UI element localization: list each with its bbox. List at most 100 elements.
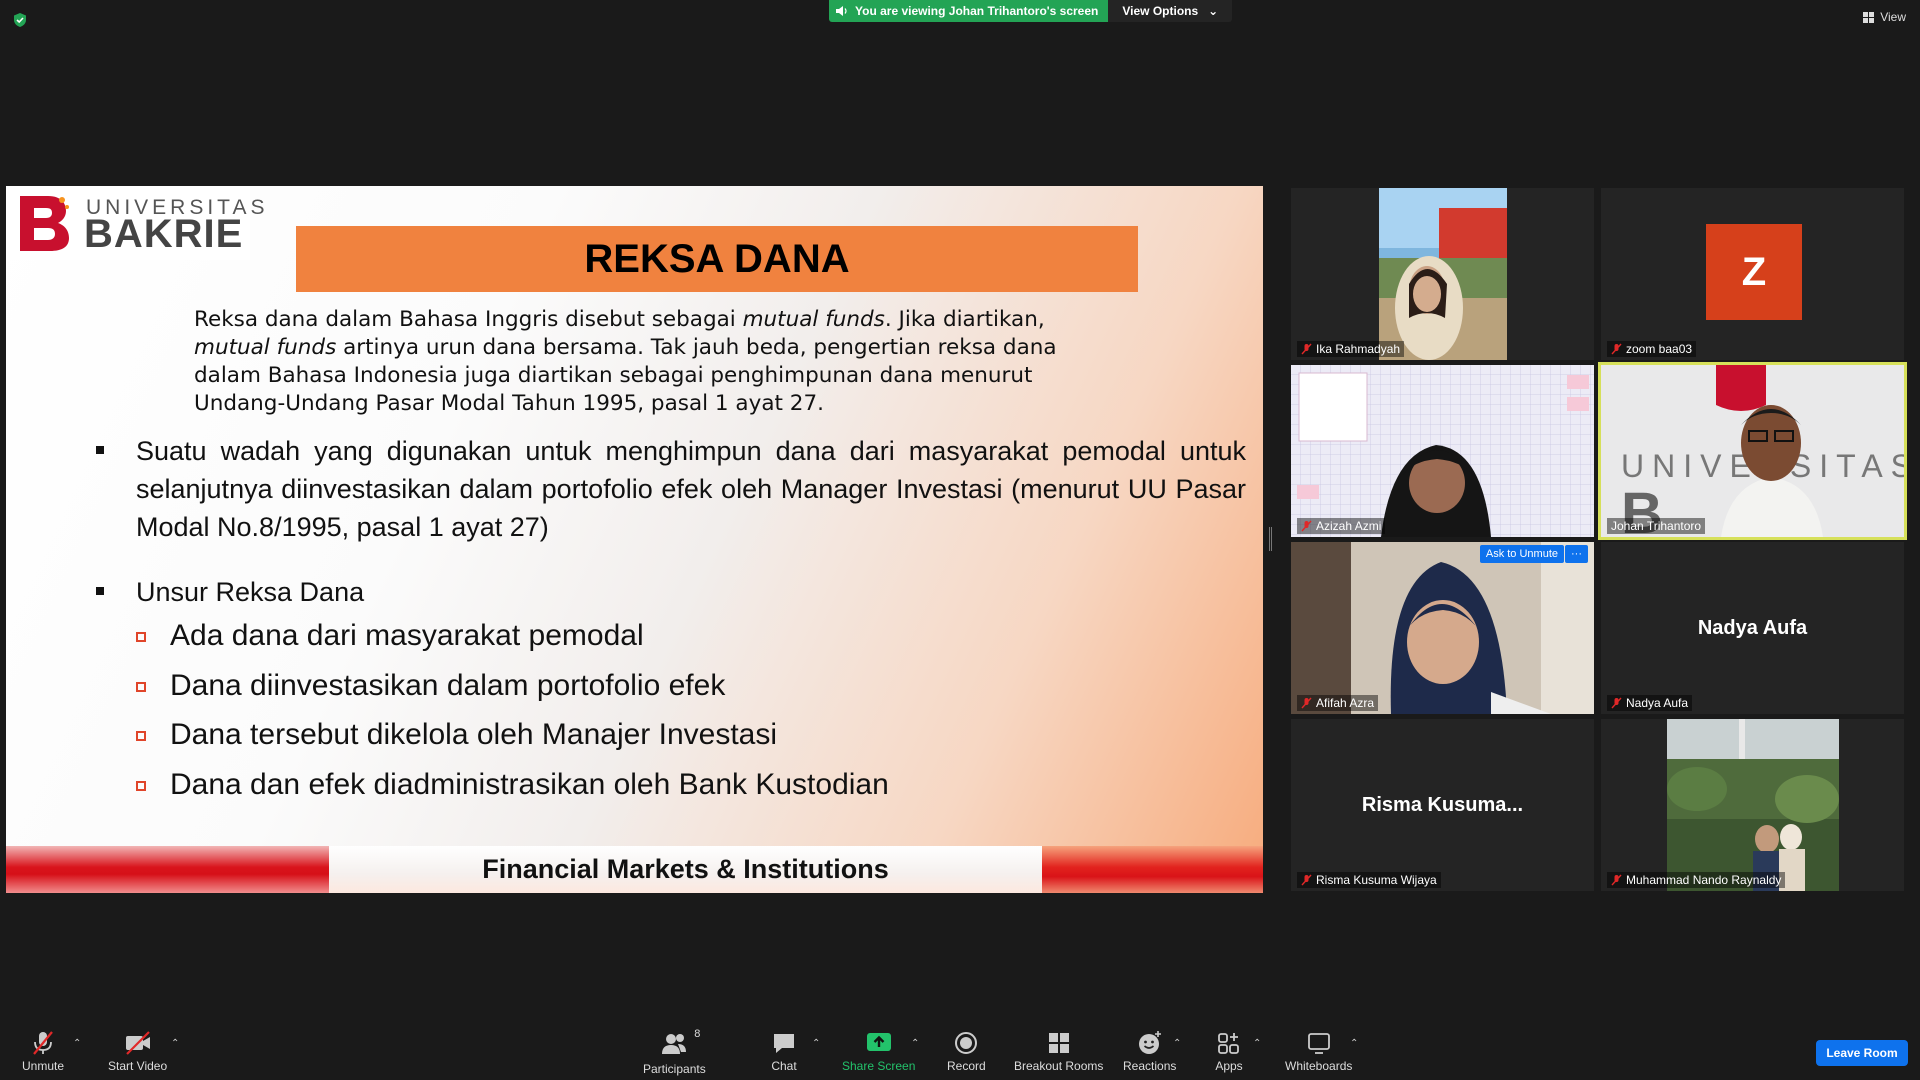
sub-item-text: Ada dana dari masyarakat pemodal: [170, 619, 644, 652]
participant-tile-zoom-baa03[interactable]: Z zoom baa03: [1601, 188, 1904, 360]
share-screen-label: Share Screen: [842, 1059, 916, 1073]
participant-tile-afifah-azra[interactable]: Ask to Unmute ··· Afifah Azra: [1291, 542, 1594, 714]
participants-count-badge: 8: [694, 1028, 701, 1040]
slide-title: REKSA DANA: [296, 226, 1138, 292]
whiteboards-button[interactable]: Whiteboards: [1285, 1030, 1352, 1073]
chat-button[interactable]: Chat: [770, 1030, 798, 1073]
participant-name: Muhammad Nando Raynaldy: [1626, 873, 1782, 887]
muted-mic-icon: [1611, 697, 1622, 709]
sub-item-text: Dana tersebut dikelola oleh Manajer Inve…: [170, 718, 778, 751]
muted-microphone-icon: [33, 1031, 53, 1055]
participant-tile-johan-trihantoro[interactable]: UNIVERSITAS B Johan Trihantoro: [1598, 362, 1907, 540]
sub-item-text: Dana dan efek diadministrasikan oleh Ban…: [170, 767, 889, 801]
participant-name: Nadya Aufa: [1626, 696, 1689, 710]
share-screen-icon: [866, 1033, 891, 1051]
whiteboards-label: Whiteboards: [1285, 1059, 1353, 1073]
participants-button[interactable]: 8 Participants: [643, 1028, 706, 1076]
sub-item-text: Dana diinvestasikan dalam portofolio efe…: [170, 668, 726, 702]
security-shield-icon[interactable]: [12, 12, 28, 28]
hollow-square-bullet-icon: [136, 632, 146, 642]
muted-mic-icon: [1301, 874, 1312, 886]
share-options-caret-icon[interactable]: ⌃: [911, 1038, 919, 1049]
more-options-button[interactable]: ···: [1565, 545, 1588, 563]
apps-options-caret-icon[interactable]: ⌃: [1253, 1038, 1261, 1049]
screen-share-banner: You are viewing Johan Trihantoro's scree…: [829, 0, 1233, 22]
start-video-button[interactable]: Start Video: [108, 1030, 167, 1073]
footer-red-band-left: [6, 846, 329, 893]
list-item: Ada dana dari masyarakat pemodal: [136, 616, 1236, 666]
apps-button[interactable]: Apps: [1215, 1030, 1243, 1073]
view-label: View: [1880, 10, 1906, 24]
bullet-definition-text: Suatu wadah yang digunakan untuk menghim…: [136, 436, 1246, 542]
reactions-button[interactable]: Reactions: [1123, 1030, 1176, 1073]
muted-mic-icon: [1301, 520, 1312, 532]
footer-course-title: Financial Markets & Institutions: [329, 846, 1042, 893]
breakout-rooms-label: Breakout Rooms: [1014, 1059, 1104, 1073]
hollow-square-bullet-icon: [136, 780, 146, 791]
breakout-rooms-button[interactable]: Breakout Rooms: [1014, 1030, 1103, 1073]
view-options-button[interactable]: View Options ⌄: [1108, 0, 1233, 22]
view-options-label: View Options: [1122, 4, 1199, 18]
slide-intro-paragraph: Reksa dana dalam Bahasa Inggris disebut …: [194, 306, 1074, 418]
participants-label: Participants: [643, 1062, 706, 1076]
participant-name-label: Muhammad Nando Raynaldy: [1607, 872, 1786, 888]
viewing-banner-text: You are viewing Johan Trihantoro's scree…: [855, 4, 1099, 18]
muted-mic-icon: [1301, 697, 1312, 709]
participant-display-name: Risma Kusuma...: [1361, 793, 1524, 816]
participant-name-label: Afifah Azra: [1297, 695, 1379, 711]
intro-italic-2: mutual funds: [194, 335, 337, 360]
participant-video: [1667, 719, 1839, 891]
intro-text-1: Reksa dana dalam Bahasa Inggris disebut …: [194, 307, 743, 332]
participant-name: Risma Kusuma Wijaya: [1316, 873, 1437, 887]
participant-name: Azizah Azmi: [1316, 519, 1382, 533]
muted-mic-icon: [1611, 874, 1622, 886]
participant-name-label: zoom baa03: [1607, 341, 1697, 357]
record-icon: [955, 1032, 978, 1054]
university-logo: UNIVERSITAS BAKRIE: [6, 186, 264, 260]
chat-label: Chat: [771, 1059, 797, 1073]
intro-text-2: . Jika diartikan,: [884, 307, 1045, 332]
share-screen-button[interactable]: Share Screen: [842, 1030, 915, 1073]
breakout-rooms-icon: [1048, 1033, 1069, 1053]
reactions-options-caret-icon[interactable]: ⌃: [1173, 1038, 1181, 1049]
participant-tile-azizah-azmi[interactable]: Azizah Azmi: [1291, 365, 1594, 537]
participant-tile-ika-rahmadyah[interactable]: Ika Rahmadyah: [1291, 188, 1594, 360]
participant-tile-risma-kusuma-wijaya[interactable]: Risma Kusuma... Risma Kusuma Wijaya: [1291, 719, 1594, 891]
participants-icon: [662, 1034, 687, 1054]
list-item: Dana tersebut dikelola oleh Manajer Inve…: [136, 715, 1236, 765]
muted-mic-icon: [1611, 343, 1622, 355]
unmute-button[interactable]: Unmute: [22, 1030, 64, 1073]
avatar: Z: [1706, 224, 1802, 320]
square-bullet-icon: [96, 587, 104, 595]
sub-bullet-list: Ada dana dari masyarakat pemodal Dana di…: [136, 616, 1236, 814]
zoom-meeting-window: You are viewing Johan Trihantoro's scree…: [0, 0, 1920, 1080]
participant-tile-muhammad-nando-raynaldy[interactable]: Muhammad Nando Raynaldy: [1601, 719, 1904, 891]
participant-video: UNIVERSITAS B: [1601, 365, 1904, 537]
participant-name: Ika Rahmadyah: [1316, 342, 1401, 356]
slide-footer: Financial Markets & Institutions: [6, 846, 1263, 893]
audio-options-caret-icon[interactable]: ⌃: [73, 1038, 81, 1049]
list-item: Dana diinvestasikan dalam portofolio efe…: [136, 666, 1236, 716]
unmute-label: Unmute: [22, 1059, 65, 1073]
participant-tile-nadya-aufa[interactable]: Nadya Aufa Nadya Aufa: [1601, 542, 1904, 714]
hollow-square-bullet-icon: [136, 681, 146, 692]
reactions-label: Reactions: [1123, 1059, 1177, 1073]
grid-view-icon: [1863, 11, 1875, 23]
chat-bubble-icon: [774, 1034, 794, 1053]
record-button[interactable]: Record: [947, 1030, 986, 1073]
participant-name: Afifah Azra: [1316, 696, 1375, 710]
start-video-label: Start Video: [108, 1059, 168, 1073]
shared-screen-slide: UNIVERSITAS BAKRIE REKSA DANA Reksa dana…: [6, 186, 1263, 893]
ask-to-unmute-button[interactable]: Ask to Unmute: [1479, 545, 1564, 563]
leave-room-button[interactable]: Leave Room: [1816, 1040, 1908, 1066]
panel-resize-handle[interactable]: [1269, 527, 1272, 551]
muted-mic-icon: [1301, 343, 1312, 355]
view-layout-button[interactable]: View: [1863, 10, 1906, 24]
hollow-square-bullet-icon: [136, 731, 146, 741]
video-options-caret-icon[interactable]: ⌃: [171, 1038, 179, 1049]
chat-options-caret-icon[interactable]: ⌃: [812, 1038, 820, 1049]
footer-red-band-right: [1042, 846, 1263, 893]
participant-name-label: Risma Kusuma Wijaya: [1297, 872, 1441, 888]
participant-video: [1291, 542, 1594, 714]
whiteboards-options-caret-icon[interactable]: ⌃: [1350, 1038, 1358, 1049]
